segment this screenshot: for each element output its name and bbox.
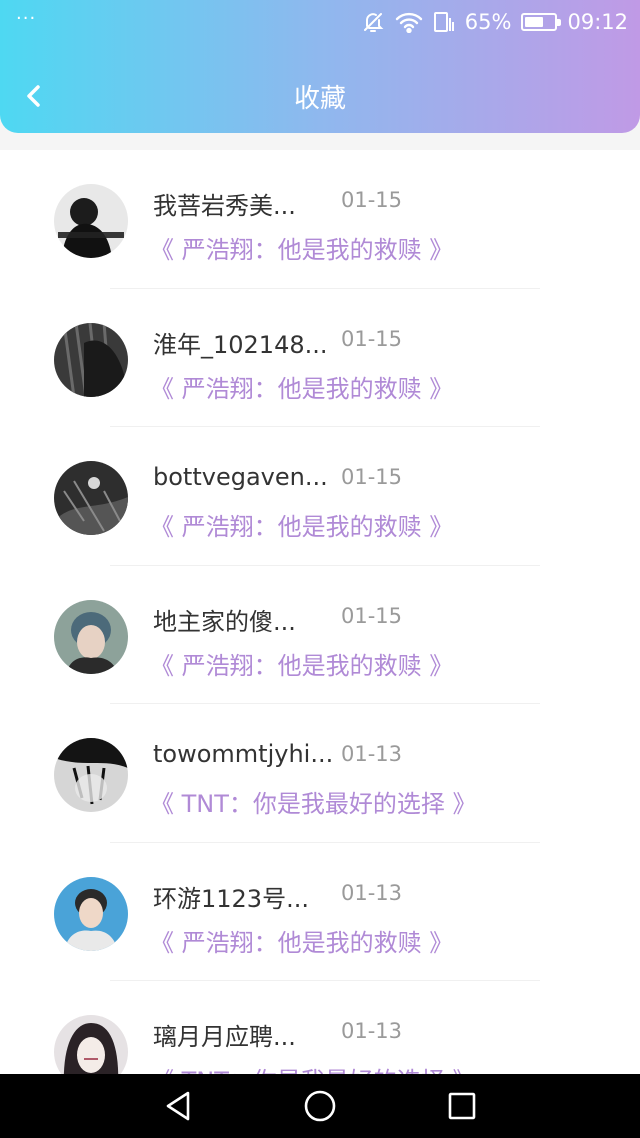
date: 01-15	[341, 465, 403, 489]
battery-level	[525, 17, 544, 27]
collection-title[interactable]: 《 严浩翔：他是我的救赎 》	[150, 507, 453, 542]
username: bottvegaven...	[153, 463, 328, 491]
username: 环游1123号...	[153, 884, 309, 913]
list-item[interactable]: 地主家的傻... 01-15 《 严浩翔：他是我的救赎 》	[0, 566, 640, 704]
collection-title[interactable]: 《 严浩翔：他是我的救赎 》	[150, 230, 453, 265]
wifi-icon	[395, 11, 423, 33]
circle-home-icon	[304, 1090, 336, 1122]
collection-title[interactable]: 《 TNT：你是我最好的选择 》	[150, 784, 477, 819]
triangle-back-icon	[166, 1091, 190, 1121]
avatar[interactable]	[54, 876, 128, 951]
list-item[interactable]: 我菩岩秀美... 01-15 《 严浩翔：他是我的救赎 》	[0, 150, 640, 289]
avatar[interactable]	[54, 322, 128, 397]
list-item[interactable]: 淮年_102148... 01-15 《 严浩翔：他是我的救赎 》	[0, 289, 640, 427]
header-bar: ··· 65% 09:12 收藏	[0, 0, 640, 133]
notification-dots: ···	[16, 8, 37, 29]
status-bar: ··· 65% 09:12	[0, 0, 640, 44]
list-item[interactable]: towommtjyhi... 01-13 《 TNT：你是我最好的选择 》	[0, 704, 640, 843]
username: 淮年_102148...	[153, 330, 328, 359]
status-icons: 65% 09:12	[361, 8, 628, 36]
nav-home-button[interactable]	[300, 1088, 340, 1124]
date: 01-15	[341, 188, 403, 212]
username: 璃月月应聘...	[153, 1023, 296, 1051]
battery-percent: 65%	[464, 10, 512, 34]
list-item[interactable]: 璃月月应聘... 01-13 《 TNT：你是我最好的选择 》	[0, 981, 640, 1074]
date: 01-13	[341, 880, 403, 905]
collection-title[interactable]: 《 严浩翔：他是我的救赎 》	[150, 646, 453, 681]
username: 地主家的傻...	[153, 607, 296, 636]
avatar[interactable]	[54, 184, 128, 258]
date: 01-13	[341, 742, 403, 766]
avatar[interactable]	[54, 1015, 128, 1074]
date: 01-15	[341, 326, 403, 351]
list-item[interactable]: 环游1123号... 01-13 《 严浩翔：他是我的救赎 》	[0, 843, 640, 981]
date: 01-15	[341, 603, 403, 628]
status-time: 09:12	[567, 10, 628, 34]
square-recents-icon	[448, 1092, 476, 1120]
collection-title[interactable]: 《 严浩翔：他是我的救赎 》	[150, 923, 453, 958]
sim-card-icon	[433, 10, 455, 34]
mute-icon	[361, 10, 385, 34]
date: 01-13	[341, 1019, 403, 1043]
avatar[interactable]	[54, 461, 128, 535]
nav-recents-button[interactable]	[442, 1088, 482, 1124]
list-item[interactable]: bottvegaven... 01-15 《 严浩翔：他是我的救赎 》	[0, 427, 640, 566]
username: towommtjyhi...	[153, 740, 334, 768]
collection-title[interactable]: 《 严浩翔：他是我的救赎 》	[150, 369, 453, 404]
nav-back-button[interactable]	[158, 1088, 198, 1124]
battery-icon	[521, 13, 562, 31]
username: 我菩岩秀美...	[153, 192, 296, 220]
avatar[interactable]	[54, 738, 128, 812]
collection-title[interactable]: 《 TNT：你是我最好的选择 》	[150, 1061, 477, 1074]
page-title: 收藏	[293, 84, 346, 114]
favorites-list: 我菩岩秀美... 01-15 《 严浩翔：他是我的救赎 》 淮年_102148.…	[0, 150, 640, 1074]
system-nav-bar	[0, 1074, 640, 1138]
avatar[interactable]	[54, 599, 128, 674]
